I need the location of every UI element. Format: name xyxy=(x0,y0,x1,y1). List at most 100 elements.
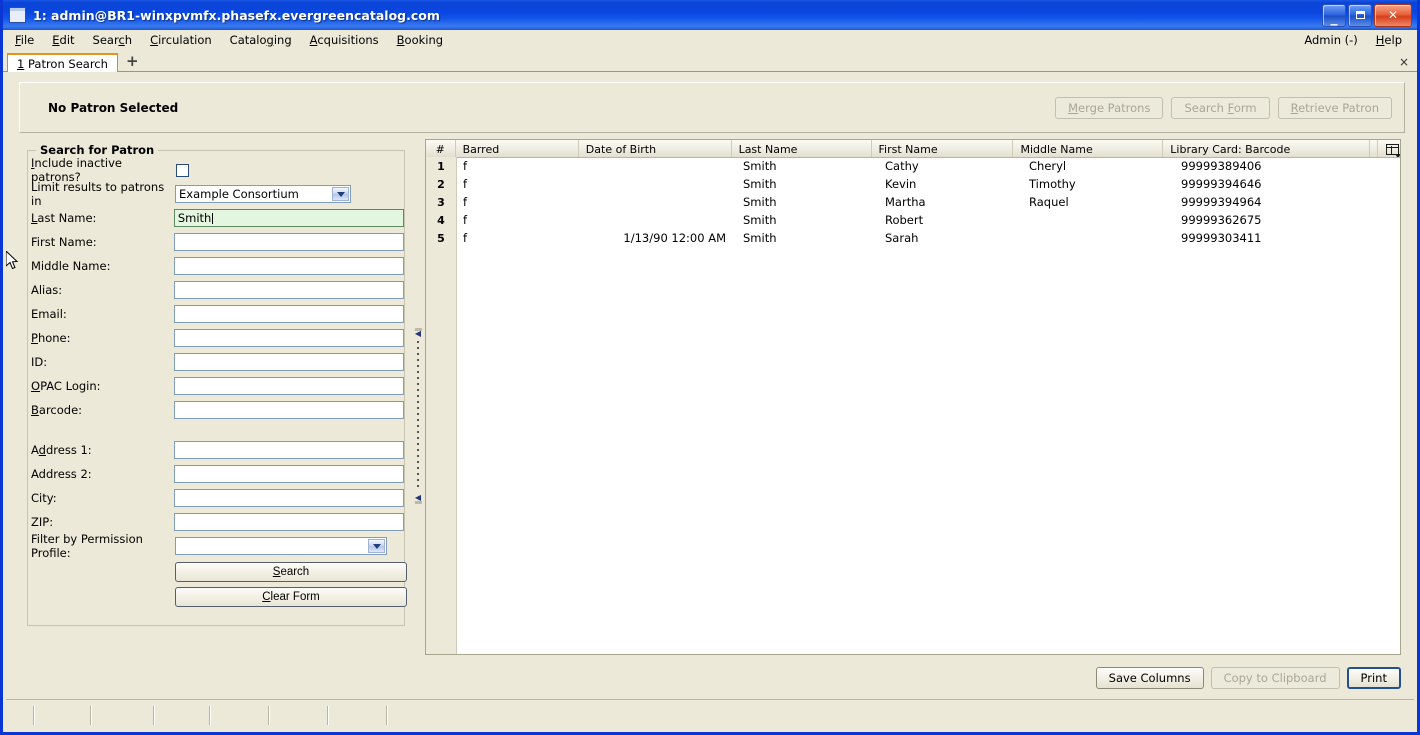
cell-last: Smith xyxy=(743,231,777,245)
menu-edit[interactable]: Edit xyxy=(43,31,83,49)
city-label: City: xyxy=(31,491,57,505)
phone-input[interactable] xyxy=(173,329,404,347)
app-icon xyxy=(9,7,26,23)
search-form-button[interactable]: Search Form xyxy=(1171,96,1270,119)
cell-last: Smith xyxy=(743,213,777,227)
field-row-city: City: xyxy=(28,486,404,510)
column-header-barred[interactable]: Barred xyxy=(456,140,579,157)
column-header-last[interactable]: Last Name xyxy=(732,140,872,157)
cell-barcode: 99999394964 xyxy=(1181,195,1262,209)
patron-summary-banner: No Patron Selected Merge Patrons Search … xyxy=(19,82,1405,133)
cell-barcode: 99999362675 xyxy=(1181,213,1262,227)
status-cell xyxy=(155,706,211,725)
close-button[interactable]: ✕ xyxy=(1374,3,1412,27)
search-form-buttons: Search Clear Form xyxy=(28,558,407,607)
cell-barcode: 99999303411 xyxy=(1181,231,1262,245)
field-row-zip: ZIP: xyxy=(28,510,404,534)
field-row-alias: Alias: xyxy=(28,278,404,302)
banner-buttons: Merge Patrons Search Form Retrieve Patro… xyxy=(1055,96,1396,119)
address-1-label: Address 1: xyxy=(31,443,92,457)
table-row[interactable]: 4 f Smith Robert 99999362675 xyxy=(426,211,1400,229)
collapse-left-icon[interactable]: ◀ xyxy=(415,330,421,338)
clear-form-button[interactable]: Clear Form xyxy=(175,587,407,607)
field-row-address-1: Address 1: xyxy=(28,438,404,462)
address-2-input[interactable] xyxy=(173,465,404,483)
limit-results-select[interactable]: Example Consortium xyxy=(175,185,351,203)
field-row-middle-name: Middle Name: xyxy=(28,254,404,278)
middle-name-input[interactable] xyxy=(173,257,404,275)
include-inactive-checkbox[interactable] xyxy=(176,163,189,177)
address-2-label: Address 2: xyxy=(31,467,92,481)
table-row[interactable]: 5 f 1/13/90 12:00 AM Smith Sarah 99999303411 xyxy=(426,229,1400,247)
menu-cataloging[interactable]: Cataloging xyxy=(221,31,301,49)
copy-to-clipboard-button[interactable]: Copy to Clipboard xyxy=(1210,667,1340,689)
cell-first: Cathy xyxy=(885,159,919,173)
barcode-input[interactable] xyxy=(173,401,404,419)
first-name-input[interactable] xyxy=(173,233,404,251)
address-1-input[interactable] xyxy=(173,441,404,459)
cell-barred: f xyxy=(463,177,468,191)
table-row[interactable]: 1 f Smith Cathy Cheryl 99999389406 xyxy=(426,157,1400,175)
status-cell xyxy=(35,706,92,725)
window-title: 1: admin@BR1-winxpvmfx.phasefx.evergreen… xyxy=(33,7,440,23)
retrieve-patron-button[interactable]: Retrieve Patron xyxy=(1277,96,1392,119)
cell-last: Smith xyxy=(743,177,777,191)
column-header-num[interactable]: # xyxy=(426,140,456,157)
column-header-middle[interactable]: Middle Name xyxy=(1013,140,1164,157)
print-button[interactable]: Print xyxy=(1346,667,1401,689)
menu-booking[interactable]: Booking xyxy=(388,31,452,49)
alias-input[interactable] xyxy=(173,281,404,299)
opac-login-input[interactable] xyxy=(173,377,404,395)
close-tab-icon[interactable]: × xyxy=(1399,55,1409,69)
menu-acquisitions[interactable]: Acquisitions xyxy=(301,31,388,49)
new-tab-button[interactable]: + xyxy=(126,54,139,69)
field-row-opac-login: OPAC Login: xyxy=(28,374,404,398)
title-bar: 1: admin@BR1-winxpvmfx.phasefx.evergreen… xyxy=(3,0,1417,30)
middle-name-label: Middle Name: xyxy=(31,259,111,273)
chevron-down-icon xyxy=(332,187,349,201)
results-grid-body: 1 f Smith Cathy Cheryl 99999389406 2 f Smith Kevi… xyxy=(426,157,1400,654)
table-row[interactable]: 3 f Smith Martha Raquel 99999394964 xyxy=(426,193,1400,211)
last-name-label: Last Name: xyxy=(31,211,97,225)
menu-circulation[interactable]: Circulation xyxy=(141,31,221,49)
panel-splitter[interactable]: ◀ ◀ xyxy=(411,139,425,693)
field-row-address-2: Address 2: xyxy=(28,462,404,486)
merge-patrons-button[interactable]: Merge Patrons xyxy=(1055,96,1164,119)
limit-results-value: Example Consortium xyxy=(179,187,299,201)
content-area: No Patron Selected Merge Patrons Search … xyxy=(6,73,1414,697)
table-row[interactable]: 2 f Smith Kevin Timothy 99999394646 xyxy=(426,175,1400,193)
column-header-dob[interactable]: Date of Birth xyxy=(579,140,732,157)
status-bar xyxy=(6,699,1414,729)
email-input[interactable] xyxy=(173,305,404,323)
menu-search[interactable]: Search xyxy=(84,31,142,49)
cell-middle: Cheryl xyxy=(1029,159,1067,173)
cell-first: Sarah xyxy=(885,231,919,245)
minimize-button[interactable]: _ xyxy=(1322,3,1346,27)
save-columns-button[interactable]: Save Columns xyxy=(1095,667,1204,689)
maximize-button[interactable] xyxy=(1348,3,1372,27)
cell-num: 4 xyxy=(437,213,445,227)
cell-last: Smith xyxy=(743,195,777,209)
column-header-barcode[interactable]: Library Card: Barcode xyxy=(1163,140,1371,157)
menu-help[interactable]: Help xyxy=(1367,31,1411,49)
tab-patron-search[interactable]: 1 Patron Search xyxy=(7,53,118,72)
mouse-cursor xyxy=(6,251,19,270)
id-input[interactable] xyxy=(173,353,404,371)
field-row-last-name: Last Name: Smith xyxy=(28,206,404,230)
menu-file[interactable]: File xyxy=(9,31,43,49)
column-header-first[interactable]: First Name xyxy=(872,140,1014,157)
permission-profile-select[interactable] xyxy=(175,537,387,555)
cell-first: Robert xyxy=(885,213,924,227)
menu-admin[interactable]: Admin (-) xyxy=(1298,31,1366,49)
cell-num: 5 xyxy=(437,231,445,245)
search-button[interactable]: Search xyxy=(175,562,407,582)
city-input[interactable] xyxy=(173,489,404,507)
last-name-input[interactable]: Smith xyxy=(173,209,404,227)
column-picker-icon[interactable] xyxy=(1378,140,1400,157)
zip-input[interactable] xyxy=(173,513,404,531)
cell-num: 2 xyxy=(437,177,445,191)
results-grid: # Barred Date of Birth Last Name First Name M… xyxy=(425,139,1401,655)
status-cell xyxy=(329,706,388,725)
email-label: Email: xyxy=(31,307,67,321)
search-panel: Search for Patron Include inactive patro… xyxy=(19,139,412,693)
